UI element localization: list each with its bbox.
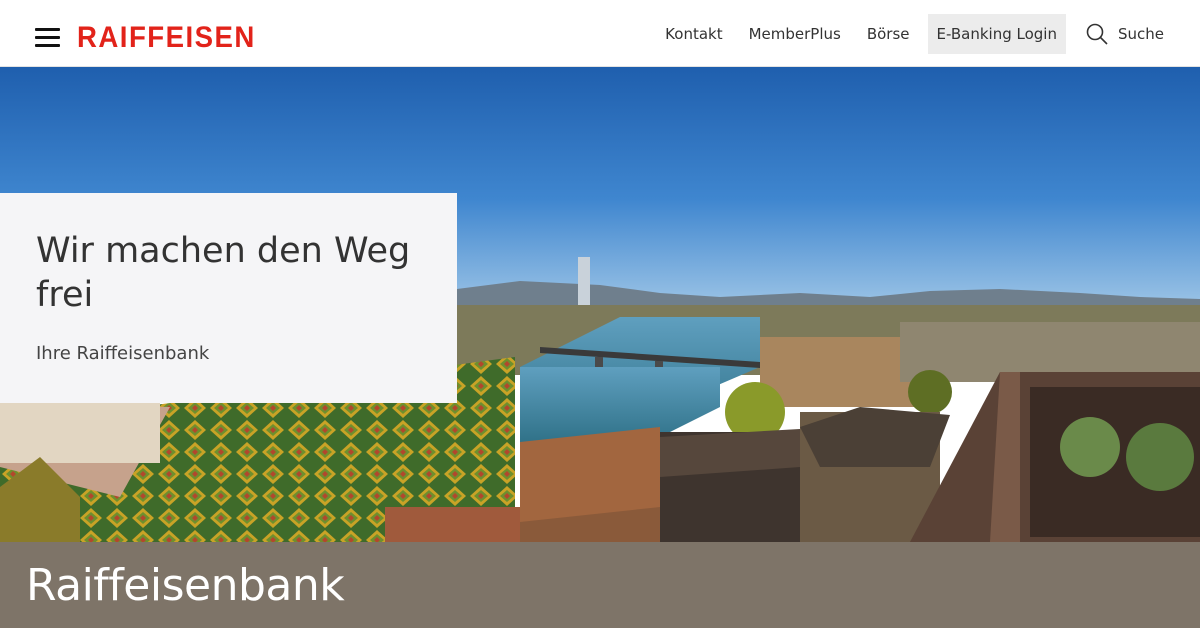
hero-subtitle: Ihre Raiffeisenbank: [36, 343, 210, 364]
nav-kontakt[interactable]: Kontakt: [652, 14, 735, 54]
hero-banner: Wir machen den Weg frei Ihre Raiffeisenb…: [0, 67, 1200, 542]
bank-name-title: Raiffeisenbank: [26, 560, 345, 611]
search-label: Suche: [1117, 24, 1164, 43]
search-button[interactable]: Suche: [1072, 14, 1200, 54]
nav-boerse[interactable]: Börse: [854, 14, 923, 54]
ebanking-login-button[interactable]: E-Banking Login: [927, 13, 1066, 54]
brand-logo[interactable]: RAIFFEISEN: [77, 20, 256, 56]
bank-name-band: Raiffeisenbank: [0, 542, 1200, 628]
hero-title: Wir machen den Weg frei: [36, 231, 411, 315]
search-icon: [1086, 23, 1108, 45]
site-header: RAIFFEISEN Kontakt MemberPlus Börse E-Ba…: [0, 0, 1200, 67]
hero-card: Wir machen den Weg frei Ihre Raiffeisenb…: [0, 193, 457, 403]
menu-icon[interactable]: [35, 28, 60, 48]
top-nav: Kontakt MemberPlus Börse E-Banking Login…: [652, 0, 1200, 67]
nav-memberplus[interactable]: MemberPlus: [736, 14, 854, 54]
